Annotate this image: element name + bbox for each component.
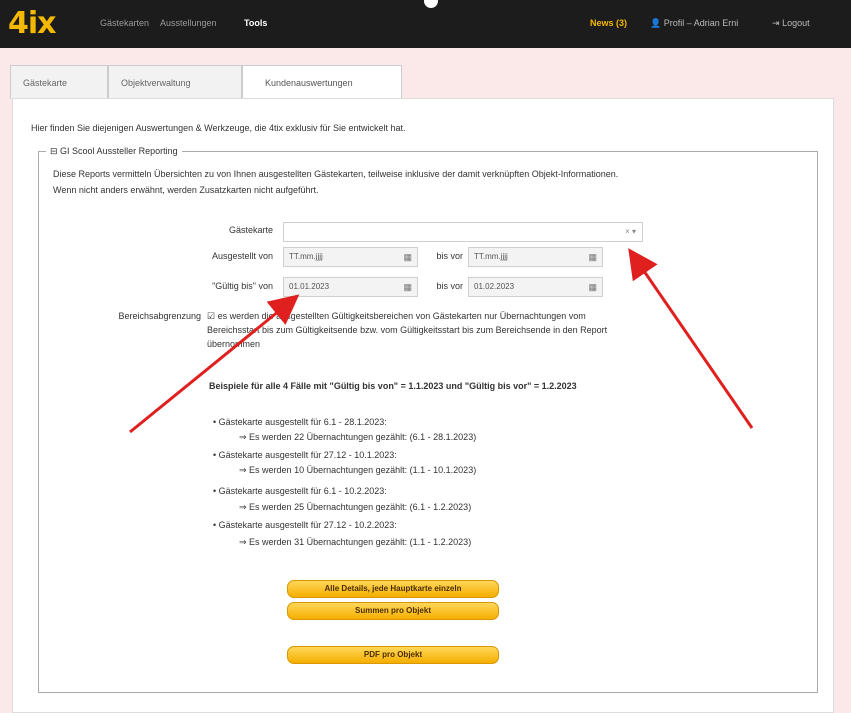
arrow-left	[129, 294, 300, 434]
annotation-arrows	[129, 248, 754, 434]
arrow-right	[628, 248, 754, 429]
